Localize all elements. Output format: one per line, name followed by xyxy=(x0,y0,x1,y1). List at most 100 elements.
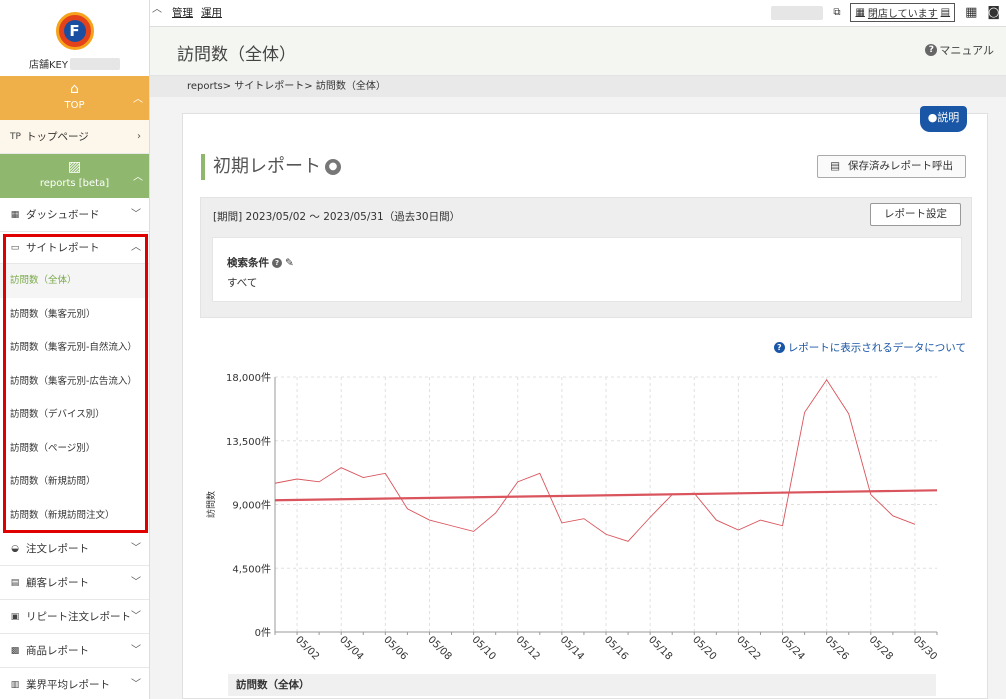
store-key-redacted xyxy=(69,57,120,70)
store-closed-label: 閉店しています xyxy=(867,9,938,20)
period-text: [期間] 2023/05/02 〜 2023/05/31（過去30日間） xyxy=(213,211,461,223)
breadcrumb: reports> サイトレポート> 訪問数（全体） xyxy=(150,76,1006,97)
store-closed-button[interactable]: ▦ 閉店しています ▤ xyxy=(850,3,956,22)
highlight-box xyxy=(3,234,148,533)
pencil-icon[interactable]: ✎ xyxy=(285,257,294,269)
saved-report-label: 保存済みレポート呼出 xyxy=(848,160,953,172)
sidebar-item-label: 商品レポート xyxy=(26,644,89,657)
sidebar-item-label: 顧客レポート xyxy=(26,576,89,589)
question-icon: ? xyxy=(773,342,785,353)
sidebar-item-order-report[interactable]: ◒ 注文レポート ﹀ xyxy=(0,532,149,566)
sidebar-item-customer-report[interactable]: ▤ 顧客レポート ﹀ xyxy=(0,566,149,600)
explain-button[interactable]: ●説明 xyxy=(920,106,967,132)
x-tick-label: 05/04 xyxy=(337,634,365,662)
store-icon: ▦ xyxy=(855,7,865,18)
sidebar-item-label: ダッシュボード xyxy=(26,208,100,221)
sidebar-item-repeat-report[interactable]: ▣ リピート注文レポート ﹀ xyxy=(0,600,149,634)
document-icon: ▤ xyxy=(830,160,840,172)
chevron-down-icon: ﹀ xyxy=(131,577,141,588)
sidebar-item-industry-report[interactable]: ▥ 業界平均レポート ﹀ xyxy=(0,668,149,699)
manual-link[interactable]: ? マニュアル xyxy=(925,42,994,58)
data-about-link[interactable]: ? レポートに表示されるデータについて xyxy=(773,340,966,355)
saved-report-button[interactable]: ▤ 保存済みレポート呼出 xyxy=(817,155,966,178)
nav-reports-label: reports [beta] xyxy=(39,178,110,189)
period-panel: [期間] 2023/05/02 〜 2023/05/31（過去30日間） レポー… xyxy=(200,197,972,318)
sidebar-item-label: トップページ xyxy=(26,130,89,143)
user-icon[interactable]: ◙ xyxy=(987,5,1000,20)
top-bar-right: ⧉ ▦ 閉店しています ▤ ▦ ◙ xyxy=(771,3,1000,22)
clipboard-icon: ▥ xyxy=(10,679,20,690)
sidebar-item-label: 業界平均レポート xyxy=(26,678,110,691)
chevron-up-icon[interactable]: ︿ xyxy=(152,0,162,15)
external-link-icon[interactable]: ⧉ xyxy=(833,7,840,18)
product-icon: ▩ xyxy=(10,645,20,656)
sidebar-item-label: リピート注文レポート xyxy=(26,610,131,623)
x-tick-label: 05/16 xyxy=(602,634,630,662)
x-tick-label: 05/24 xyxy=(778,634,806,662)
x-tick-label: 05/20 xyxy=(690,634,718,662)
top-links: 管理 運用 xyxy=(172,5,222,20)
nav-top[interactable]: ⌂ TOP ︿ xyxy=(0,76,149,120)
question-icon: ? xyxy=(925,44,938,56)
sidebar-item-product-report[interactable]: ▩ 商品レポート ﹀ xyxy=(0,634,149,668)
question-icon[interactable]: ? xyxy=(272,257,282,268)
conditions-label: 検索条件 xyxy=(227,257,269,269)
x-tick-label: 05/02 xyxy=(293,634,321,662)
id-card-icon: ▤ xyxy=(10,577,20,588)
chevron-down-icon: ﹀ xyxy=(131,611,141,622)
nav-reports[interactable]: ▨ reports [beta] ︿ xyxy=(0,154,149,198)
sidebar-item-label: 注文レポート xyxy=(26,542,89,555)
conditions-value: すべて xyxy=(227,277,258,289)
nav-top-label: TOP xyxy=(64,100,85,111)
grid-menu-icon[interactable]: ▦ xyxy=(965,5,977,20)
top-link-admin[interactable]: 管理 xyxy=(172,5,193,20)
top-link-operation[interactable]: 運用 xyxy=(201,5,222,20)
dashboard-icon: ▦ xyxy=(10,209,20,220)
brand-logo[interactable]: F xyxy=(55,12,94,50)
logo-area: F 店舗KEY xyxy=(0,0,149,76)
repeat-icon: ▣ xyxy=(10,611,20,622)
chevron-down-icon: ﹀ xyxy=(131,645,141,656)
chevron-up-icon: ︿ xyxy=(133,172,143,183)
chevron-down-icon: ﹀ xyxy=(131,209,141,220)
chevron-down-icon: ﹀ xyxy=(131,679,141,690)
conditions-label-row: 検索条件 ? ✎ xyxy=(227,255,947,270)
top-bar: ︿ 管理 運用 ⧉ ▦ 閉店しています ▤ ▦ ◙ xyxy=(150,0,1006,27)
calendar-icon: ▤ xyxy=(940,7,951,18)
store-key-label: 店舗KEY xyxy=(29,60,68,71)
shop-name-redacted xyxy=(771,5,824,20)
x-tick-label: 05/08 xyxy=(425,634,453,662)
search-conditions: 検索条件 ? ✎ すべて xyxy=(212,237,962,302)
lightbulb-icon: ● xyxy=(927,111,938,124)
sidebar-item-toppage[interactable]: TP トップページ › xyxy=(0,120,149,154)
chevron-down-icon: ﹀ xyxy=(131,543,141,554)
chevron-up-icon: ︿ xyxy=(133,94,143,105)
home-icon: ⌂ xyxy=(70,81,79,97)
manual-label: マニュアル xyxy=(939,44,994,57)
explain-label: 説明 xyxy=(937,111,960,124)
series-line-visits xyxy=(274,379,916,542)
y-tick-label: 9,000件 xyxy=(232,500,271,512)
chevron-right-icon: › xyxy=(137,131,141,142)
x-tick-label: 05/22 xyxy=(734,634,762,662)
sidebar: F 店舗KEY ⌂ TOP ︿ TP トップページ › ▨ reports [b… xyxy=(0,0,150,699)
y-tick-label: 4,500件 xyxy=(232,563,271,575)
y-tick-label: 0件 xyxy=(255,627,271,639)
chart-icon: ▨ xyxy=(67,159,82,175)
data-about-label: レポートに表示されるデータについて xyxy=(787,342,966,354)
x-tick-label: 05/06 xyxy=(381,634,409,662)
table-header-row: 訪問数（全体） xyxy=(228,674,936,696)
tp-icon: TP xyxy=(10,131,21,142)
x-tick-label: 05/10 xyxy=(469,634,497,662)
sidebar-item-dashboard[interactable]: ▦ ダッシュボード ﹀ xyxy=(0,198,149,232)
report-heading-text: 初期レポート xyxy=(213,156,321,177)
logo-letter-icon: F xyxy=(63,20,86,42)
x-tick-label: 05/18 xyxy=(646,634,674,662)
lightbulb-icon[interactable]: ● xyxy=(325,159,341,175)
store-key: 店舗KEY xyxy=(0,56,149,71)
report-settings-button[interactable]: レポート設定 xyxy=(870,203,961,226)
main-area: 訪問数（全体） ? マニュアル reports> サイトレポート> 訪問数（全体… xyxy=(150,27,1006,699)
title-bar: 訪問数（全体） ? マニュアル xyxy=(150,27,1006,76)
y-axis-title: 訪問数 xyxy=(205,491,217,518)
y-tick-label: 13,500件 xyxy=(226,436,271,448)
